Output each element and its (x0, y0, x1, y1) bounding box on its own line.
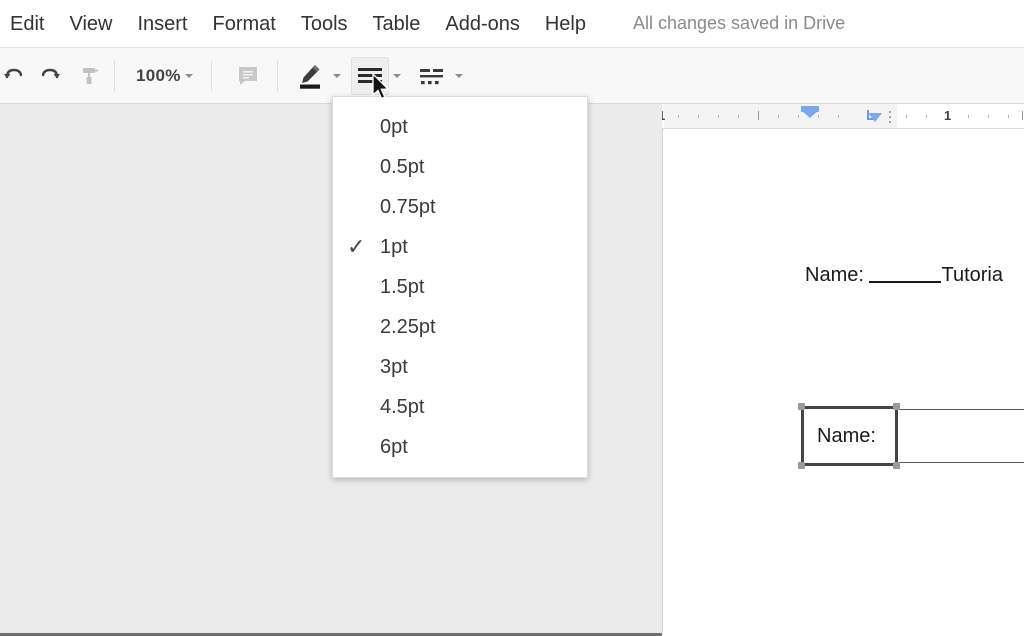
table-selection-handle-top-left[interactable] (798, 403, 805, 410)
chevron-down-icon (392, 73, 401, 78)
chevron-down-icon (454, 73, 463, 78)
undo-icon (4, 68, 23, 78)
menu-option-label: 1.5pt (380, 275, 425, 298)
first-line-indent-marker-bar[interactable] (801, 106, 819, 112)
menu-item-insert[interactable]: Insert (137, 14, 187, 34)
ruler-number-left: 1 (662, 108, 665, 123)
menu-option-label: 4.5pt (380, 395, 425, 418)
menu-option-0pt[interactable]: 0pt (333, 107, 587, 147)
menu-option-4-5pt[interactable]: 4.5pt (333, 387, 587, 427)
menu-item-view[interactable]: View (69, 14, 112, 34)
menu-option-label: 1pt (380, 235, 408, 258)
table-cell-selected[interactable]: Name: (801, 406, 898, 466)
border-width-menu[interactable]: 0pt 0.5pt 0.75pt ✓ 1pt 1.5pt 2.25pt 3pt (332, 96, 588, 478)
table-selection-handle-top-right[interactable] (893, 403, 900, 410)
table-cell-empty[interactable] (896, 409, 1024, 463)
zoom-dropdown-arrow[interactable] (181, 57, 197, 95)
border-width-dropdown-arrow[interactable] (389, 57, 405, 95)
menu-item-edit[interactable]: Edit (10, 14, 44, 34)
document-table[interactable]: Name: (798, 403, 1024, 469)
toolbar-history-group (0, 48, 108, 103)
table-selection-handle-bottom-right[interactable] (893, 462, 900, 469)
margin-handle[interactable] (883, 104, 897, 128)
border-dash-icon (419, 68, 443, 84)
table-selection-handle-bottom-left[interactable] (798, 462, 805, 469)
menu-option-label: 2.25pt (380, 315, 436, 338)
heading-suffix-label: Tutoria (941, 264, 1003, 286)
toolbar-divider-2 (210, 60, 212, 91)
menu-option-0-75pt[interactable]: 0.75pt (333, 187, 587, 227)
menu-option-label: 0.75pt (380, 195, 436, 218)
mouse-pointer (371, 72, 391, 108)
document-heading-line: Name: Tutoria (805, 264, 1003, 287)
zoom-level-label: 100% (136, 65, 181, 85)
menu-option-label: 0.5pt (380, 155, 425, 178)
menu-item-format[interactable]: Format (213, 14, 276, 34)
save-status-label: All changes saved in Drive (633, 13, 846, 33)
toolbar-divider-1 (114, 60, 115, 91)
menu-item-addons[interactable]: Add-ons (445, 14, 520, 34)
menu-option-3pt[interactable]: 3pt (333, 347, 587, 387)
undo-button[interactable] (0, 57, 32, 95)
menu-item-help[interactable]: Help (545, 14, 586, 34)
table-cell-selected-text: Name: (817, 424, 876, 447)
menu-option-label: 6pt (380, 435, 408, 458)
menu-option-2-25pt[interactable]: 2.25pt (333, 307, 587, 347)
menu-option-1pt[interactable]: ✓ 1pt (333, 227, 587, 267)
menu-item-table[interactable]: Table (373, 14, 421, 34)
heading-blank-underline (869, 265, 942, 283)
chevron-down-icon (332, 73, 341, 78)
zoom-control[interactable]: 100% (122, 57, 201, 95)
heading-name-label: Name: (805, 264, 864, 286)
google-docs-window: Edit View Insert Format Tools Table Add-… (0, 0, 1024, 636)
border-color-dropdown-arrow[interactable] (329, 57, 345, 95)
menu-item-tools[interactable]: Tools (301, 14, 348, 34)
left-indent-marker[interactable] (868, 113, 882, 122)
chevron-down-icon (184, 73, 193, 78)
text-box-icon (238, 66, 257, 85)
menu-option-0-5pt[interactable]: 0.5pt (333, 147, 587, 187)
menu-bar: Edit View Insert Format Tools Table Add-… (0, 0, 1024, 47)
border-dash-dropdown-arrow[interactable] (451, 57, 467, 95)
check-icon: ✓ (347, 234, 366, 259)
menu-option-label: 3pt (380, 355, 408, 378)
border-color-pencil-icon (299, 64, 320, 89)
ruler-number-right: 1 (944, 108, 952, 123)
text-box-button[interactable] (229, 57, 267, 95)
border-dash-button[interactable] (413, 57, 451, 95)
horizontal-ruler[interactable]: 1 1 (662, 104, 1024, 129)
toolbar-divider-3 (276, 60, 278, 91)
menu-option-6pt[interactable]: 6pt (333, 427, 587, 467)
mouse-pointer-icon (372, 72, 390, 100)
document-page[interactable]: Name: Tutoria Name: (662, 129, 1024, 633)
paint-format-button[interactable] (70, 57, 108, 95)
redo-icon (41, 68, 60, 78)
menu-option-label: 0pt (380, 115, 408, 138)
menu-option-1-5pt[interactable]: 1.5pt (333, 267, 587, 307)
border-color-button[interactable] (291, 57, 329, 95)
redo-button[interactable] (32, 57, 70, 95)
paint-format-icon (83, 67, 98, 84)
